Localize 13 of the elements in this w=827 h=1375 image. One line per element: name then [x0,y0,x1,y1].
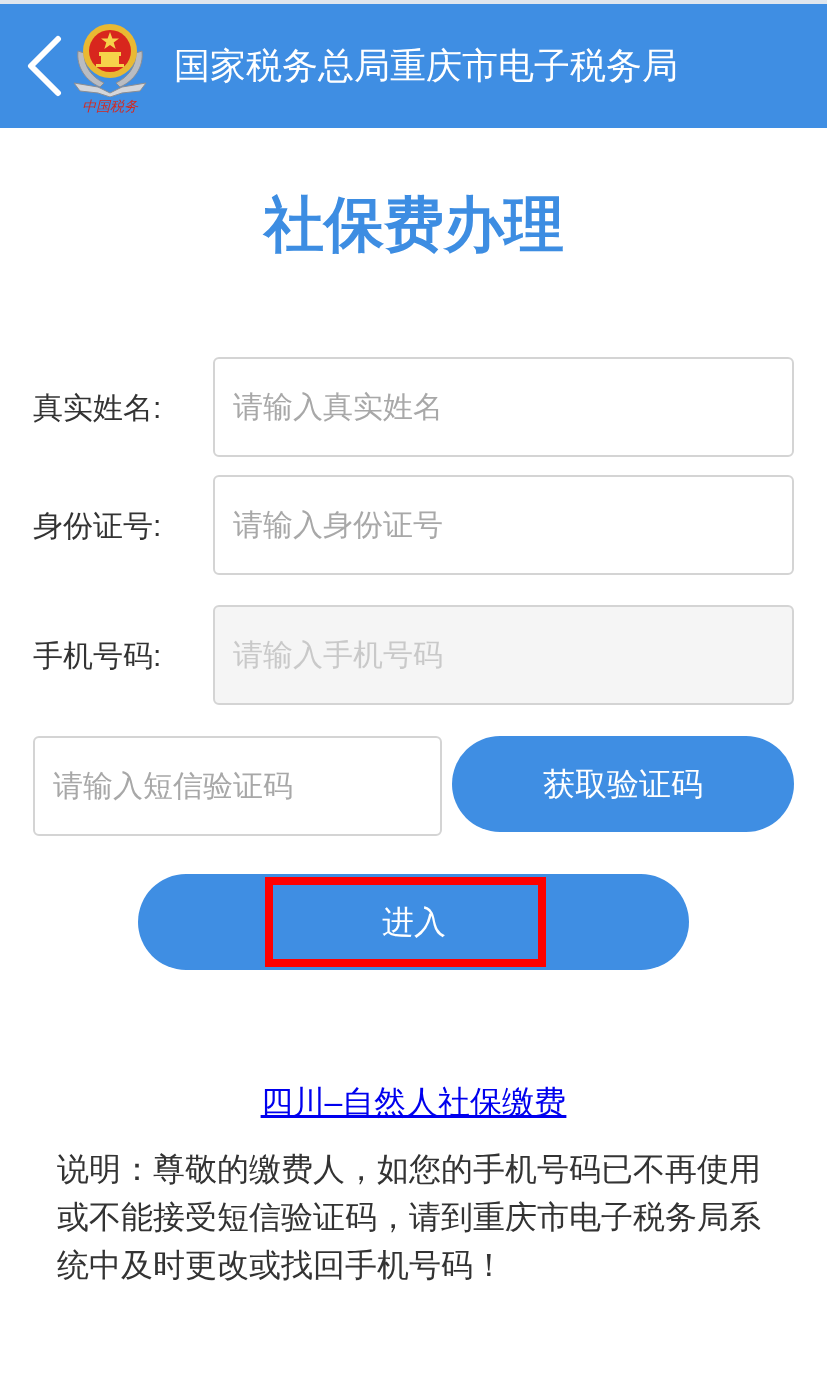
get-code-button[interactable]: 获取验证码 [452,736,794,832]
note-text: 说明：尊敬的缴费人，如您的手机号码已不再使用或不能接受短信验证码，请到重庆市电子税务局系统中及时更改或找回手机号码！ [56,1150,762,1285]
text-input[interactable]: 请输入身份证号 [213,475,794,575]
site-title: 国家税务总局重庆市电子税务局 [174,48,678,84]
field-label: 身份证号: [33,507,163,544]
text-input[interactable]: 请输入真实姓名 [213,357,794,457]
sms-code-input[interactable]: 请输入短信验证码 [33,736,442,836]
field-label: 手机号码: [33,637,163,674]
back-icon[interactable] [25,35,63,97]
field-label: 真实姓名: [33,389,163,426]
logo-caption: 中国税务 [82,97,138,115]
page-heading: 社保费办理 [262,195,565,255]
region-link[interactable]: 四川–自然人社保缴费 [260,1084,567,1120]
